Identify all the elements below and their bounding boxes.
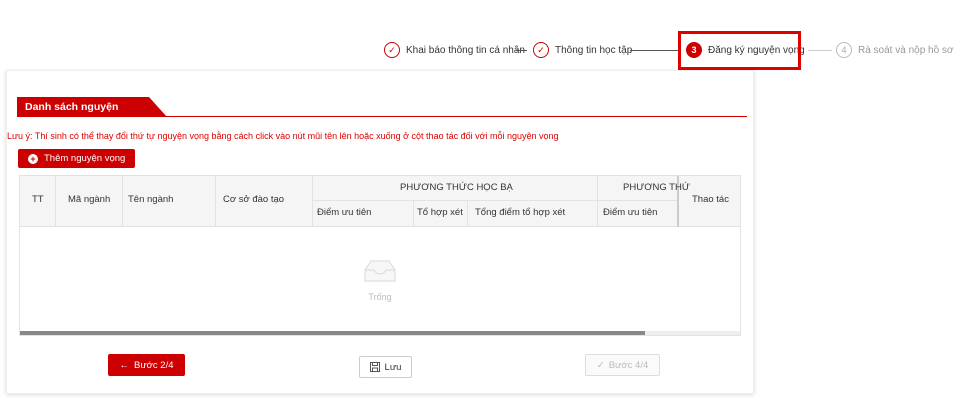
add-wish-button[interactable]: + Thêm nguyện vọng [18, 149, 136, 168]
col-tt: TT [32, 194, 44, 205]
arrow-left-icon: ← [119, 359, 129, 371]
next-step-button[interactable]: ✓ Bước 4/4 [585, 354, 660, 376]
check-icon: ✓ [533, 42, 549, 58]
next-step-label: Bước 4/4 [608, 359, 649, 371]
save-icon [369, 362, 380, 372]
empty-state: Trống [20, 227, 740, 332]
step-personal-info[interactable]: ✓ Khai báo thông tin cá nhân [384, 42, 525, 58]
progress-stepper: ✓ Khai báo thông tin cá nhân ✓ Thông tin… [0, 0, 967, 70]
empty-inbox-icon [364, 260, 396, 281]
step-label: Rà soát và nộp hồ sơ [858, 44, 954, 56]
previous-step-button[interactable]: ← Bước 2/4 [108, 354, 185, 376]
active-step-highlight [678, 31, 801, 70]
scrollbar-thumb[interactable] [20, 331, 645, 335]
horizontal-scrollbar[interactable] [20, 331, 740, 335]
step-label: Thông tin học tập [555, 44, 633, 56]
wishes-table: TT Mã ngành Tên ngành Cơ sở đào tạo PHƯƠ… [19, 175, 741, 336]
col-actions: Thao tác [692, 194, 729, 205]
col-priority-score-2: Điểm ưu tiên [603, 207, 658, 218]
wishes-card: Danh sách nguyện vọng Lưu ý: Thí sinh có… [6, 70, 754, 394]
save-label: Lưu [384, 361, 402, 373]
step-academic-info[interactable]: ✓ Thông tin học tập [533, 42, 632, 58]
step-number-badge: 4 [836, 42, 852, 58]
col-major-code: Mã ngành [68, 194, 111, 205]
previous-step-label: Bước 2/4 [133, 359, 174, 371]
plus-icon: + [28, 153, 38, 164]
col-subject-combo: Tổ hợp xét [417, 207, 463, 218]
step-connector [630, 50, 678, 51]
section-header: Danh sách nguyện vọng [17, 97, 747, 117]
save-button[interactable]: Lưu [359, 356, 412, 378]
add-wish-label: Thêm nguyện vọng [44, 153, 126, 164]
step-connector [516, 50, 527, 51]
section-title: Danh sách nguyện vọng [17, 97, 167, 117]
check-icon: ✓ [596, 359, 605, 371]
col-group-method2: PHƯƠNG THỨ [623, 182, 690, 193]
step-connector [808, 50, 832, 51]
col-major-name: Tên ngành [128, 194, 174, 205]
empty-text: Trống [368, 291, 392, 302]
instruction-note: Lưu ý: Thí sinh có thể thay đổi thứ tự n… [7, 131, 559, 141]
col-campus: Cơ sở đào tạo [223, 194, 285, 205]
check-icon: ✓ [384, 42, 400, 58]
step-label: Khai báo thông tin cá nhân [406, 44, 525, 56]
col-combo-total: Tổng điểm tổ hợp xét [475, 207, 566, 218]
col-priority-score: Điểm ưu tiên [317, 207, 372, 218]
step-review-submit[interactable]: 4 Rà soát và nộp hồ sơ [836, 42, 954, 58]
col-group-transcript: PHƯƠNG THỨC HỌC BẠ [400, 182, 513, 193]
table-header: TT Mã ngành Tên ngành Cơ sở đào tạo PHƯƠ… [20, 176, 740, 227]
